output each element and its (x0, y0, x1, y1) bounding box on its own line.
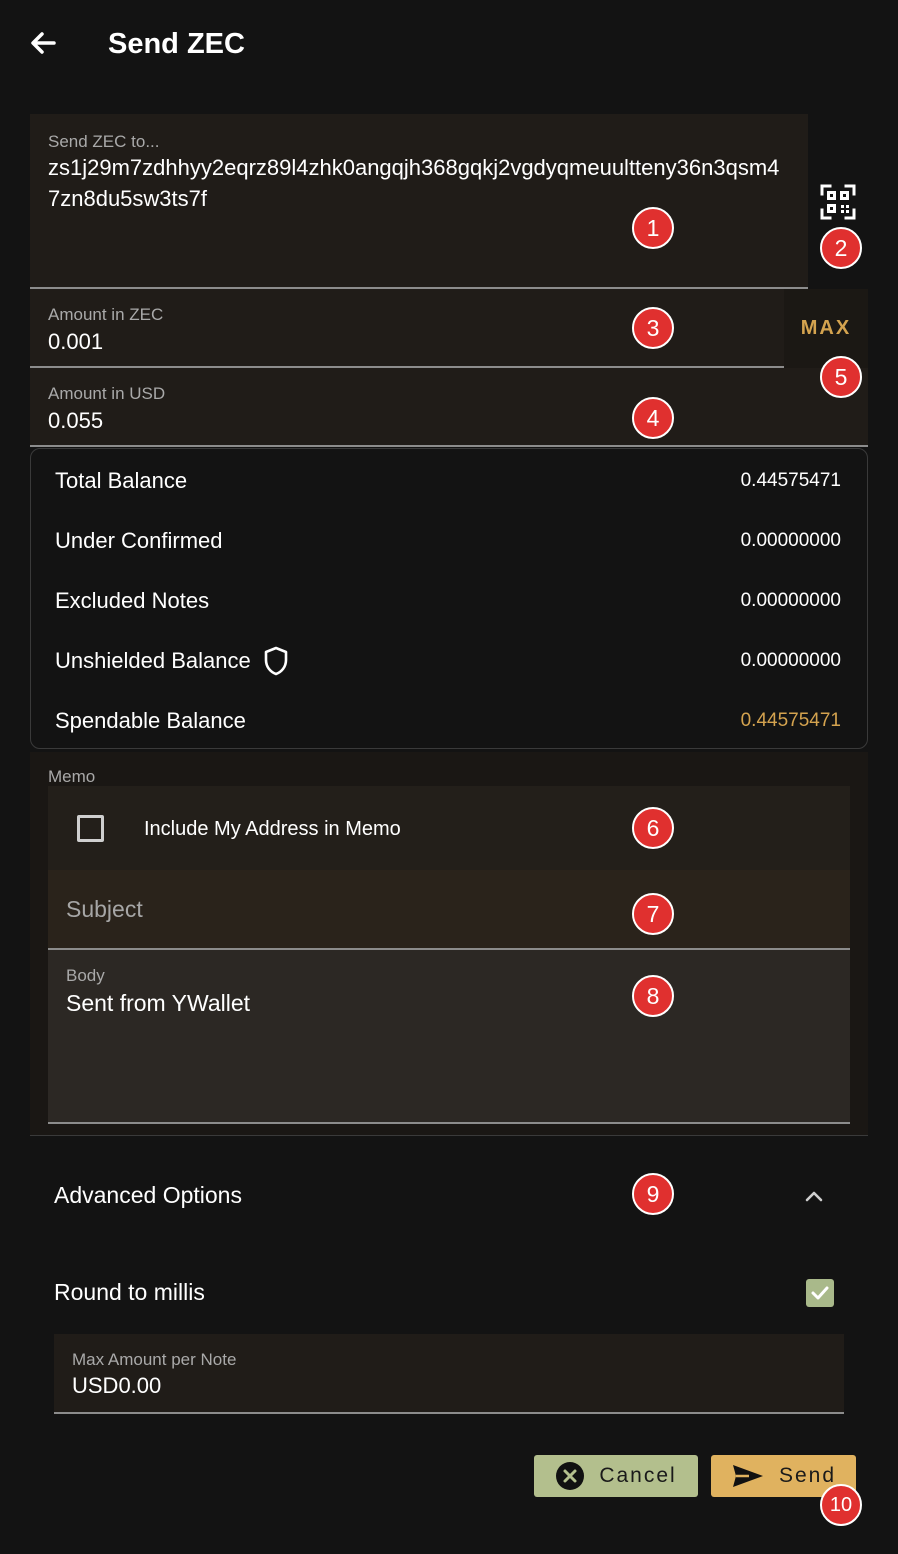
send-button-label: Send (778, 1464, 837, 1487)
annotation-badge: 4 (632, 397, 674, 439)
amount-usd-value[interactable]: 0.055 (48, 406, 103, 436)
chevron-up-icon[interactable] (794, 1176, 834, 1216)
checkmark-icon (811, 1286, 829, 1300)
balance-label: Total Balance (55, 468, 188, 493)
balance-label: Spendable Balance (55, 708, 246, 733)
balance-value: 0.00000000 (740, 650, 841, 671)
max-amount-per-note-field[interactable] (54, 1334, 844, 1414)
annotation-badge: 5 (820, 356, 862, 398)
max-button[interactable]: MAX (784, 289, 868, 368)
balance-value: 0.44575471 (740, 470, 841, 491)
balance-value: 0.00000000 (740, 530, 841, 551)
memo-label: Memo (48, 767, 96, 786)
subject-input[interactable] (48, 870, 850, 950)
body-value[interactable]: Sent from YWallet (66, 990, 250, 1017)
max-amount-per-note-value[interactable]: USD0.00 (72, 1373, 161, 1399)
amount-usd-field[interactable]: Amount in USD 0.055 (30, 368, 868, 447)
send-to-label: Send ZEC to... (48, 132, 160, 151)
balance-row-spendable: Spendable Balance 0.44575471 (55, 701, 841, 741)
balance-label: Excluded Notes (55, 588, 210, 613)
cancel-button-label: Cancel (599, 1464, 677, 1487)
qr-scan-icon[interactable] (814, 178, 862, 226)
balance-label-wrap: Unshielded Balance (55, 646, 289, 676)
balance-row-excluded-notes: Excluded Notes 0.00000000 (55, 581, 841, 621)
body-label: Body (66, 966, 105, 985)
amount-zec-value[interactable]: 0.001 (48, 327, 103, 357)
annotation-badge: 2 (820, 227, 862, 269)
max-amount-per-note-label: Max Amount per Note (72, 1350, 237, 1369)
send-to-field[interactable]: Send ZEC to... zs1j29m7zdhhyy2eqrz89l4zh… (30, 114, 808, 289)
balance-row-unshielded: Unshielded Balance 0.00000000 (55, 641, 841, 681)
balance-card: Total Balance 0.44575471 Under Confirmed… (30, 448, 868, 749)
annotation-badge: 9 (632, 1173, 674, 1215)
cancel-icon (556, 1462, 585, 1490)
include-address-checkbox[interactable] (77, 815, 104, 842)
annotation-badge: 6 (632, 807, 674, 849)
balance-label: Under Confirmed (55, 528, 223, 553)
balance-row-under-confirmed: Under Confirmed 0.00000000 (55, 521, 841, 561)
cancel-button[interactable]: Cancel (534, 1455, 698, 1497)
round-to-millis-checkbox[interactable] (806, 1279, 834, 1307)
balance-value: 0.00000000 (740, 590, 841, 611)
round-to-millis-label: Round to millis (54, 1279, 205, 1305)
shield-icon[interactable] (263, 646, 289, 676)
balance-value: 0.44575471 (740, 710, 841, 731)
annotation-badge: 3 (632, 307, 674, 349)
balance-row-total: Total Balance 0.44575471 (55, 461, 841, 501)
page-title: Send ZEC (108, 28, 245, 60)
back-arrow-icon[interactable] (22, 24, 62, 64)
send-to-address[interactable]: zs1j29m7zdhhyy2eqrz89l4zhk0angqjh368gqkj… (48, 152, 788, 214)
annotation-badge: 10 (820, 1484, 862, 1526)
annotation-badge: 7 (632, 893, 674, 935)
subject-placeholder: Subject (66, 896, 143, 922)
body-input[interactable] (48, 950, 850, 1124)
advanced-options-label[interactable]: Advanced Options (54, 1182, 242, 1209)
balance-label: Unshielded Balance (55, 648, 251, 673)
annotation-badge: 1 (632, 207, 674, 249)
amount-zec-label: Amount in ZEC (48, 305, 164, 324)
send-icon (732, 1465, 763, 1487)
include-address-label: Include My Address in Memo (144, 818, 401, 840)
annotation-badge: 8 (632, 975, 674, 1017)
amount-usd-label: Amount in USD (48, 384, 166, 403)
